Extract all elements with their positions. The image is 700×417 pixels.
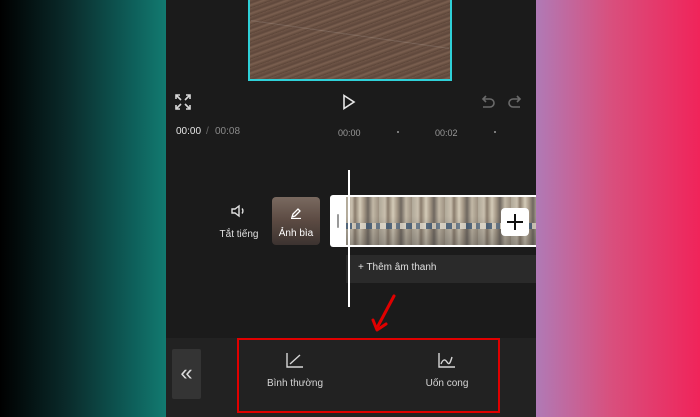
- timeline-tick: 00:00: [338, 128, 361, 138]
- background-left: [0, 0, 166, 417]
- total-time: 00:08: [215, 126, 241, 137]
- cover-button[interactable]: Ảnh bìa: [272, 197, 320, 245]
- playhead[interactable]: [348, 170, 350, 307]
- red-arrow-annotation: [371, 294, 396, 332]
- red-highlight-box: [237, 338, 500, 413]
- phone-screen: 00:00 / 00:08 00:00 00:02 Tắt tiếng Ảnh …: [166, 0, 536, 417]
- add-clip-button[interactable]: [501, 208, 529, 236]
- background-right: [536, 0, 700, 417]
- add-audio-button[interactable]: + Thêm âm thanh: [346, 255, 536, 283]
- cover-label: Ảnh bìa: [278, 228, 314, 239]
- redo-icon[interactable]: [507, 95, 523, 109]
- timeline-tick-dot: [494, 131, 496, 133]
- pencil-icon: [290, 208, 301, 219]
- time-separator: /: [206, 126, 209, 137]
- timeline-tick-dot: [397, 131, 399, 133]
- mute-label: Tắt tiếng: [219, 229, 259, 240]
- current-time: 00:00: [176, 126, 202, 137]
- add-audio-label: + Thêm âm thanh: [358, 262, 437, 273]
- preview-seam: [250, 20, 450, 49]
- mute-button[interactable]: Tắt tiếng: [214, 204, 264, 242]
- speaker-icon: [231, 204, 244, 218]
- timeline-tick: 00:02: [435, 128, 458, 138]
- fullscreen-icon[interactable]: [175, 94, 191, 110]
- back-button[interactable]: «: [172, 349, 201, 399]
- undo-icon[interactable]: [480, 95, 496, 109]
- play-icon[interactable]: [342, 94, 356, 110]
- video-preview[interactable]: [248, 0, 452, 81]
- bottom-toolbar: « Bình thường Uốn cong: [166, 338, 536, 417]
- clip-trim-handle[interactable]: [330, 195, 346, 247]
